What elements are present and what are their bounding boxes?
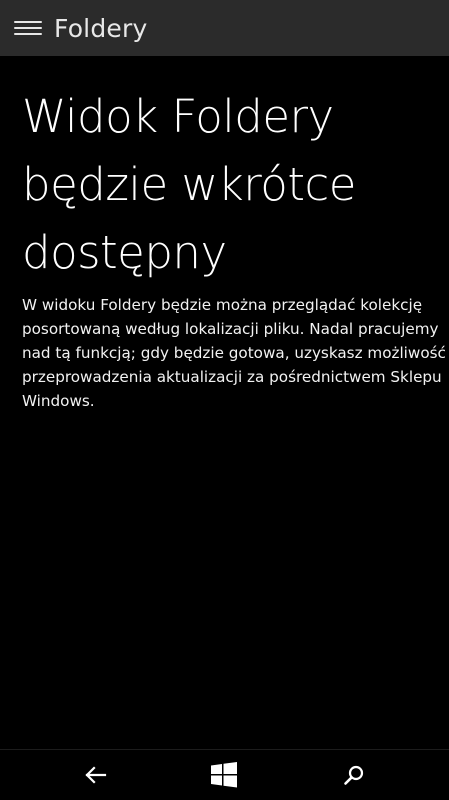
description-text: W widoku Foldery będzie można przeglądać… xyxy=(22,296,446,410)
back-button[interactable] xyxy=(66,750,126,800)
heading-line: dostępny xyxy=(22,226,227,279)
search-icon xyxy=(344,765,364,785)
heading-line: Widok Foldery xyxy=(22,90,334,143)
page-heading: Widok Foldery będzie wkrótce dostępny xyxy=(22,83,446,287)
navigation-bar xyxy=(0,749,449,800)
start-button[interactable] xyxy=(194,750,254,800)
windows-logo-icon xyxy=(211,762,237,788)
hamburger-icon[interactable] xyxy=(14,18,42,38)
search-button[interactable] xyxy=(324,750,384,800)
heading-line: będzie wkrótce xyxy=(22,158,356,211)
back-arrow-icon xyxy=(85,766,107,784)
main-content: Widok Foldery będzie wkrótce dostępny W … xyxy=(22,83,446,413)
app-title: Foldery xyxy=(54,13,148,43)
app-header: Foldery xyxy=(0,0,449,56)
